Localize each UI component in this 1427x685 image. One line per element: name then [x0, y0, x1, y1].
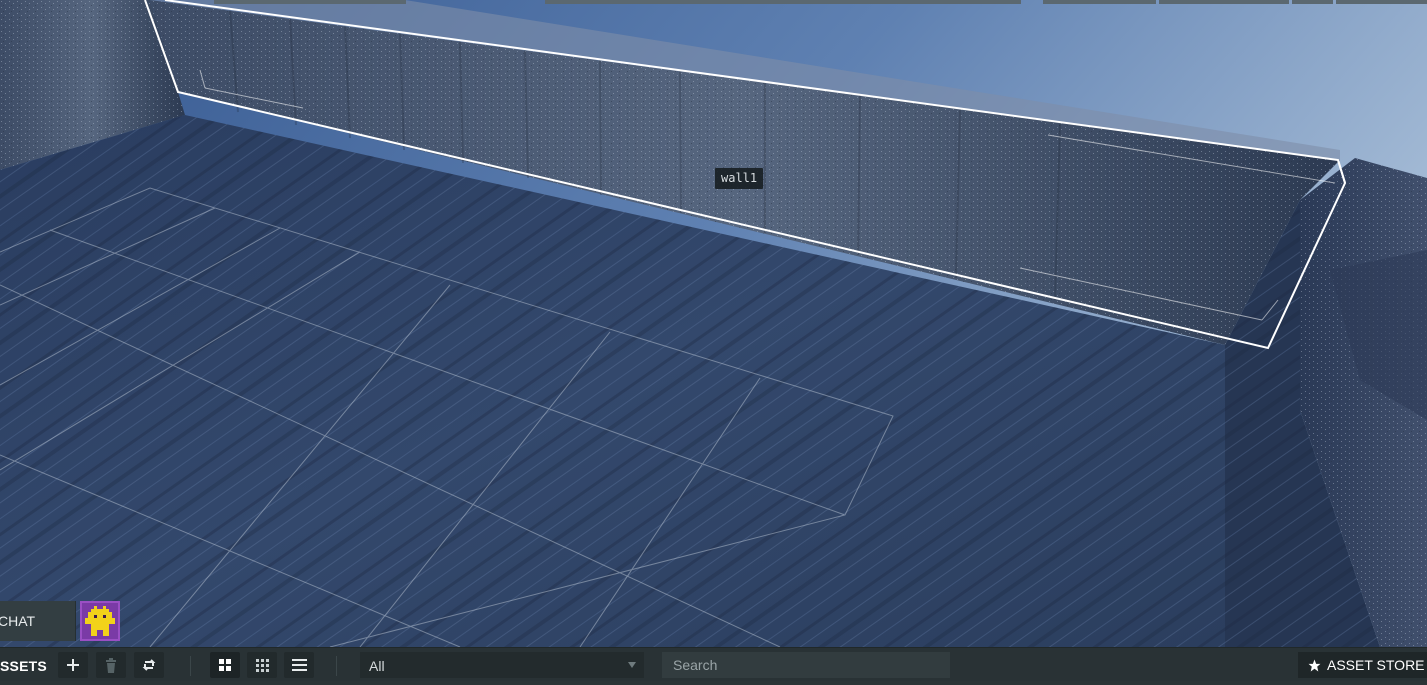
asset-store-button[interactable]: ASSET STORE	[1298, 652, 1427, 678]
scene-viewport[interactable]: wall1	[0, 0, 1427, 647]
top-panel-edge	[545, 0, 1021, 4]
top-panel-edge	[1336, 0, 1427, 4]
selected-entity-label: wall1	[715, 168, 764, 189]
chat-tab[interactable]: CHAT	[0, 601, 76, 641]
grid-large-icon	[219, 659, 231, 671]
grid-small-icon	[255, 658, 269, 672]
toolbar-divider	[190, 656, 191, 676]
user-avatar[interactable]	[80, 601, 120, 641]
asset-store-label: ASSET STORE	[1327, 657, 1425, 673]
view-list-button[interactable]	[284, 652, 314, 678]
delete-asset-button[interactable]	[96, 652, 126, 678]
pixel-creature-icon	[82, 603, 118, 639]
list-icon	[291, 658, 307, 671]
top-panel-edge	[1292, 0, 1333, 4]
reference-button[interactable]	[134, 652, 164, 678]
top-panel-edge	[1043, 0, 1156, 4]
view-grid-small-button[interactable]	[247, 652, 277, 678]
assets-panel-title: SSETS	[0, 658, 47, 674]
asset-type-filter-value: All	[369, 658, 385, 674]
top-panel-edge	[214, 0, 406, 4]
chat-tab-label: CHAT	[0, 613, 36, 629]
chevron-down-icon	[628, 662, 636, 668]
top-panel-edge	[1159, 0, 1289, 4]
asset-search-input[interactable]	[662, 652, 950, 678]
add-asset-button[interactable]	[58, 652, 88, 678]
asset-type-filter[interactable]: All	[360, 652, 644, 678]
star-icon	[1308, 659, 1321, 671]
view-grid-large-button[interactable]	[210, 652, 240, 678]
reference-arrows-icon	[142, 659, 156, 671]
trash-icon	[106, 657, 116, 673]
assets-toolbar: SSETS All Search ASSET STORE	[0, 647, 1427, 681]
toolbar-divider	[336, 656, 337, 676]
plus-icon	[67, 659, 79, 671]
